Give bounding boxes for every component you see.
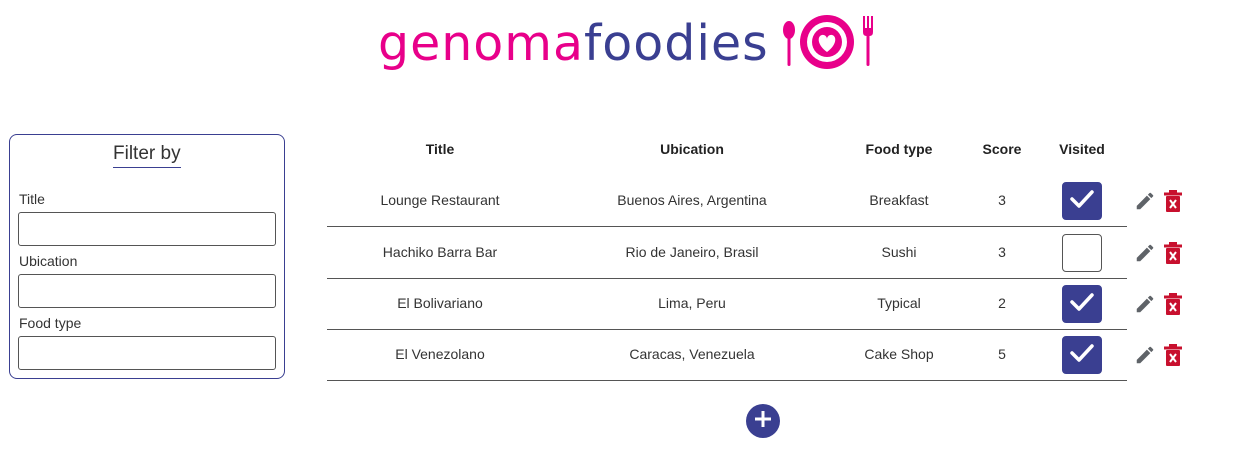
edit-button[interactable] bbox=[1134, 242, 1156, 264]
trash-icon bbox=[1163, 344, 1183, 370]
table-row: Lounge Restaurant Buenos Aires, Argentin… bbox=[327, 175, 1182, 227]
plus-icon bbox=[754, 410, 772, 433]
cell-score: 2 bbox=[998, 295, 1006, 311]
cell-score: 3 bbox=[998, 192, 1006, 208]
table-row: Hachiko Barra Bar Rio de Janeiro, Brasil… bbox=[327, 227, 1182, 279]
cell-ubication: Lima, Peru bbox=[658, 295, 726, 311]
visited-checkbox[interactable] bbox=[1062, 182, 1102, 220]
cell-ubication: Rio de Janeiro, Brasil bbox=[625, 244, 759, 260]
edit-button[interactable] bbox=[1134, 344, 1156, 366]
delete-button[interactable] bbox=[1163, 344, 1183, 366]
filter-panel: Filter by Title Ubication Food type bbox=[9, 134, 285, 379]
column-header-title: Title bbox=[425, 141, 455, 157]
column-header-ubication: Ubication bbox=[660, 141, 724, 157]
pencil-icon bbox=[1134, 244, 1156, 268]
filter-food-type-input[interactable] bbox=[18, 336, 276, 370]
pencil-icon bbox=[1134, 295, 1156, 319]
logo-text-genoma: genoma bbox=[378, 14, 585, 72]
filter-title: Filter by bbox=[113, 143, 181, 168]
cell-ubication: Buenos Aires, Argentina bbox=[617, 192, 767, 208]
add-restaurant-button[interactable] bbox=[746, 404, 780, 438]
cell-score: 5 bbox=[998, 346, 1006, 362]
cell-title: El Bolivariano bbox=[397, 295, 483, 311]
pencil-icon bbox=[1134, 192, 1156, 216]
filter-title-input[interactable] bbox=[18, 212, 276, 246]
pencil-icon bbox=[1134, 346, 1156, 370]
filter-label-ubication: Ubication bbox=[19, 253, 78, 269]
checkmark-icon bbox=[1070, 343, 1094, 368]
filter-ubication-input[interactable] bbox=[18, 274, 276, 308]
visited-checkbox[interactable] bbox=[1062, 234, 1102, 272]
cell-title: Lounge Restaurant bbox=[380, 192, 500, 208]
cell-score: 3 bbox=[998, 244, 1006, 260]
filter-label-food-type: Food type bbox=[19, 315, 82, 331]
table-row: El Bolivariano Lima, Peru Typical 2 bbox=[327, 278, 1182, 330]
delete-button[interactable] bbox=[1163, 293, 1183, 315]
cell-title: El Venezolano bbox=[395, 346, 485, 362]
trash-icon bbox=[1163, 242, 1183, 268]
column-header-visited: Visited bbox=[1059, 141, 1105, 157]
checkmark-icon bbox=[1070, 189, 1094, 214]
table-row: El Venezolano Caracas, Venezuela Cake Sh… bbox=[327, 329, 1182, 381]
visited-checkbox[interactable] bbox=[1062, 285, 1102, 323]
logo-text-foodies: foodies bbox=[584, 14, 769, 72]
trash-icon bbox=[1163, 190, 1183, 216]
edit-button[interactable] bbox=[1134, 293, 1156, 315]
trash-icon bbox=[1163, 293, 1183, 319]
cell-title: Hachiko Barra Bar bbox=[382, 244, 498, 260]
plate-heart-icon bbox=[781, 8, 877, 78]
checkmark-icon bbox=[1070, 292, 1094, 317]
delete-button[interactable] bbox=[1163, 242, 1183, 264]
delete-button[interactable] bbox=[1163, 190, 1183, 212]
column-header-score: Score bbox=[982, 141, 1022, 157]
app-logo: genomafoodies bbox=[378, 8, 877, 78]
filter-label-title: Title bbox=[19, 191, 45, 207]
edit-button[interactable] bbox=[1134, 190, 1156, 212]
visited-checkbox[interactable] bbox=[1062, 336, 1102, 374]
cell-ubication: Caracas, Venezuela bbox=[629, 346, 755, 362]
logo-wordmark: genomafoodies bbox=[378, 19, 769, 68]
